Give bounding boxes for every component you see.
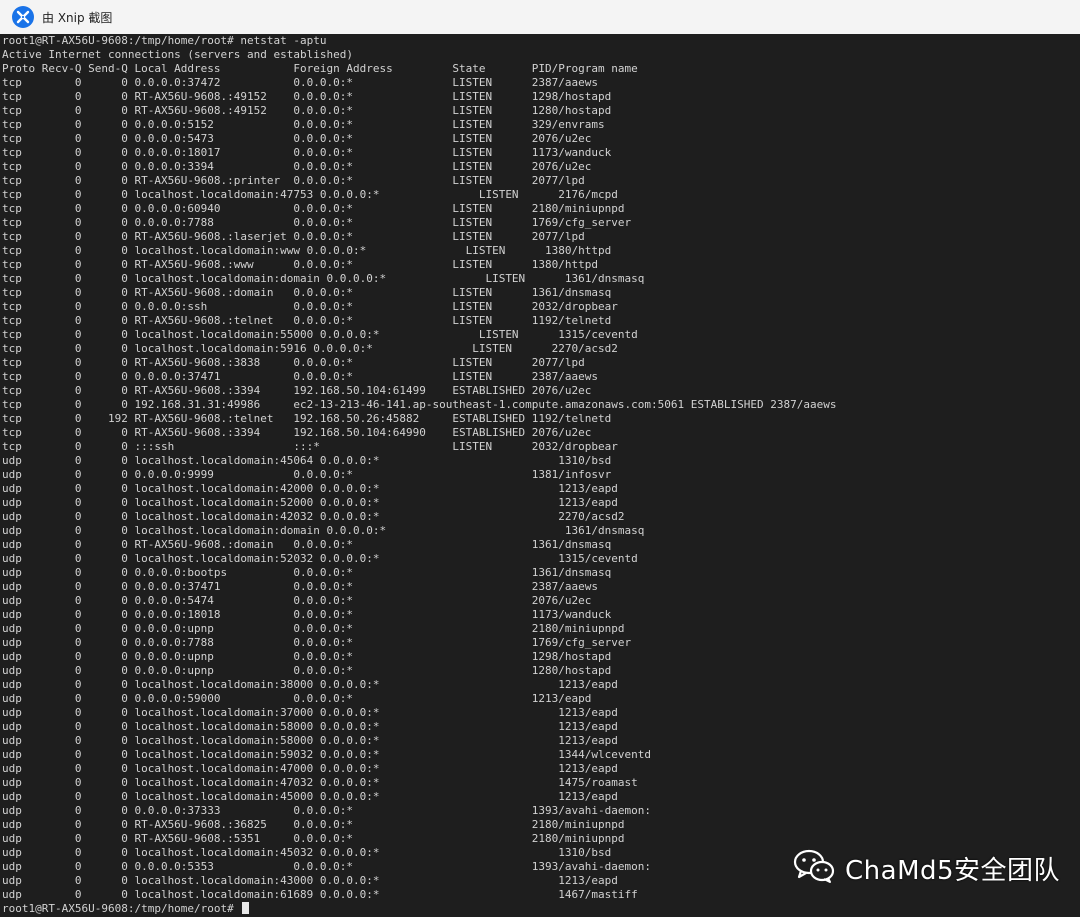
terminal-line: udp 0 0 localhost.localdomain:45000 0.0.… [2, 790, 618, 803]
terminal-line: udp 0 0 RT-AX56U-9608.:36825 0.0.0.0:* 2… [2, 818, 625, 831]
xnip-app-icon [12, 6, 34, 28]
terminal-line: udp 0 0 localhost.localdomain:52032 0.0.… [2, 552, 638, 565]
window-title: 由 Xnip 截图 [42, 10, 113, 25]
terminal-line: tcp 0 0 RT-AX56U-9608.:laserjet 0.0.0.0:… [2, 230, 585, 243]
terminal-line: tcp 0 0 localhost.localdomain:www 0.0.0.… [2, 244, 612, 257]
terminal-line: udp 0 0 localhost.localdomain:58000 0.0.… [2, 720, 618, 733]
terminal-line: udp 0 0 localhost.localdomain:42000 0.0.… [2, 482, 618, 495]
terminal-line: udp 0 0 0.0.0.0:5474 0.0.0.0:* 2076/u2ec [2, 594, 592, 607]
terminal-line: udp 0 0 0.0.0.0:37471 0.0.0.0:* 2387/aae… [2, 580, 599, 593]
terminal-line: udp 0 0 0.0.0.0:18018 0.0.0.0:* 1173/wan… [2, 608, 612, 621]
terminal-line: udp 0 0 RT-AX56U-9608.:domain 0.0.0.0:* … [2, 538, 612, 551]
terminal-line: tcp 0 0 RT-AX56U-9608.:49152 0.0.0.0:* L… [2, 104, 612, 117]
terminal-line: tcp 0 0 RT-AX56U-9608.:printer 0.0.0.0:*… [2, 174, 585, 187]
terminal-line: tcp 0 0 RT-AX56U-9608.:3394 192.168.50.1… [2, 384, 592, 397]
terminal-line: udp 0 0 localhost.localdomain:47032 0.0.… [2, 776, 638, 789]
terminal-command-line: root1@RT-AX56U-9608:/tmp/home/root# nets… [2, 34, 327, 47]
terminal-line: tcp 0 0 RT-AX56U-9608.:3394 192.168.50.1… [2, 426, 592, 439]
terminal-line: udp 0 0 localhost.localdomain:45064 0.0.… [2, 454, 612, 467]
terminal-line: udp 0 0 0.0.0.0:37333 0.0.0.0:* 1393/ava… [2, 804, 652, 817]
terminal-line: tcp 0 0 192.168.31.31:49986 ec2-13-213-4… [2, 398, 837, 411]
terminal-line: udp 0 0 localhost.localdomain:domain 0.0… [2, 524, 645, 537]
terminal-line: tcp 0 0 0.0.0.0:5473 0.0.0.0:* LISTEN 20… [2, 132, 592, 145]
terminal-line: udp 0 0 localhost.localdomain:52000 0.0.… [2, 496, 618, 509]
terminal-line: tcp 0 0 0.0.0.0:60940 0.0.0.0:* LISTEN 2… [2, 202, 625, 215]
terminal-line: udp 0 0 0.0.0.0:upnp 0.0.0.0:* 1280/host… [2, 664, 612, 677]
terminal-line: udp 0 0 localhost.localdomain:38000 0.0.… [2, 678, 618, 691]
terminal-prompt: root1@RT-AX56U-9608:/tmp/home/root# [2, 902, 241, 915]
terminal-line: udp 0 0 0.0.0.0:7788 0.0.0.0:* 1769/cfg_… [2, 636, 632, 649]
watermark: ChaMd5安全团队 [793, 848, 1060, 888]
terminal-line: udp 0 0 0.0.0.0:9999 0.0.0.0:* 1381/info… [2, 468, 612, 481]
terminal-line: tcp 0 0 RT-AX56U-9608.:domain 0.0.0.0:* … [2, 286, 612, 299]
terminal-line: udp 0 0 RT-AX56U-9608.:5351 0.0.0.0:* 21… [2, 832, 625, 845]
terminal-line: tcp 0 192 RT-AX56U-9608.:telnet 192.168.… [2, 412, 612, 425]
terminal-line: udp 0 0 0.0.0.0:upnp 0.0.0.0:* 2180/mini… [2, 622, 625, 635]
terminal-line: tcp 0 0 localhost.localdomain:47753 0.0.… [2, 188, 618, 201]
terminal-window[interactable]: root1@RT-AX56U-9608:/tmp/home/root# nets… [0, 34, 1080, 917]
terminal-line: tcp 0 0 0.0.0.0:18017 0.0.0.0:* LISTEN 1… [2, 146, 612, 159]
terminal-line: tcp 0 0 0.0.0.0:7788 0.0.0.0:* LISTEN 17… [2, 216, 632, 229]
terminal-line: udp 0 0 localhost.localdomain:58000 0.0.… [2, 734, 618, 747]
terminal-line: tcp 0 0 RT-AX56U-9608.:49152 0.0.0.0:* L… [2, 90, 612, 103]
watermark-text: ChaMd5安全团队 [845, 855, 1061, 886]
terminal-line: tcp 0 0 0.0.0.0:ssh 0.0.0.0:* LISTEN 203… [2, 300, 618, 313]
terminal-line: tcp 0 0 :::ssh :::* LISTEN 2032/dropbear [2, 440, 618, 453]
terminal-line: tcp 0 0 0.0.0.0:37471 0.0.0.0:* LISTEN 2… [2, 370, 599, 383]
terminal-line: tcp 0 0 0.0.0.0:3394 0.0.0.0:* LISTEN 20… [2, 160, 592, 173]
terminal-output: root1@RT-AX56U-9608:/tmp/home/root# nets… [0, 34, 1080, 916]
terminal-prompt-line[interactable]: root1@RT-AX56U-9608:/tmp/home/root# [2, 902, 1080, 916]
terminal-line: tcp 0 0 RT-AX56U-9608.:3838 0.0.0.0:* LI… [2, 356, 585, 369]
terminal-line: udp 0 0 localhost.localdomain:59032 0.0.… [2, 748, 652, 761]
terminal-line: udp 0 0 localhost.localdomain:61689 0.0.… [2, 888, 638, 901]
terminal-line: Proto Recv-Q Send-Q Local Address Foreig… [2, 62, 638, 75]
terminal-line: tcp 0 0 localhost.localdomain:domain 0.0… [2, 272, 645, 285]
terminal-line: udp 0 0 localhost.localdomain:42032 0.0.… [2, 510, 625, 523]
terminal-line: udp 0 0 0.0.0.0:59000 0.0.0.0:* 1213/eap… [2, 692, 592, 705]
terminal-line: tcp 0 0 RT-AX56U-9608.:telnet 0.0.0.0:* … [2, 314, 612, 327]
terminal-line: tcp 0 0 RT-AX56U-9608.:www 0.0.0.0:* LIS… [2, 258, 599, 271]
wechat-icon [793, 848, 835, 888]
window-titlebar: 由 Xnip 截图 [0, 0, 1080, 35]
terminal-line: tcp 0 0 0.0.0.0:37472 0.0.0.0:* LISTEN 2… [2, 76, 599, 89]
terminal-line: tcp 0 0 localhost.localdomain:55000 0.0.… [2, 328, 638, 341]
terminal-line: udp 0 0 localhost.localdomain:37000 0.0.… [2, 706, 618, 719]
terminal-line: Active Internet connections (servers and… [2, 48, 353, 61]
terminal-line: udp 0 0 0.0.0.0:bootps 0.0.0.0:* 1361/dn… [2, 566, 612, 579]
terminal-cursor [242, 902, 250, 914]
terminal-line: tcp 0 0 0.0.0.0:5152 0.0.0.0:* LISTEN 32… [2, 118, 605, 131]
terminal-line: udp 0 0 localhost.localdomain:47000 0.0.… [2, 762, 618, 775]
terminal-line: tcp 0 0 localhost.localdomain:5916 0.0.0… [2, 342, 618, 355]
terminal-line: udp 0 0 0.0.0.0:upnp 0.0.0.0:* 1298/host… [2, 650, 612, 663]
